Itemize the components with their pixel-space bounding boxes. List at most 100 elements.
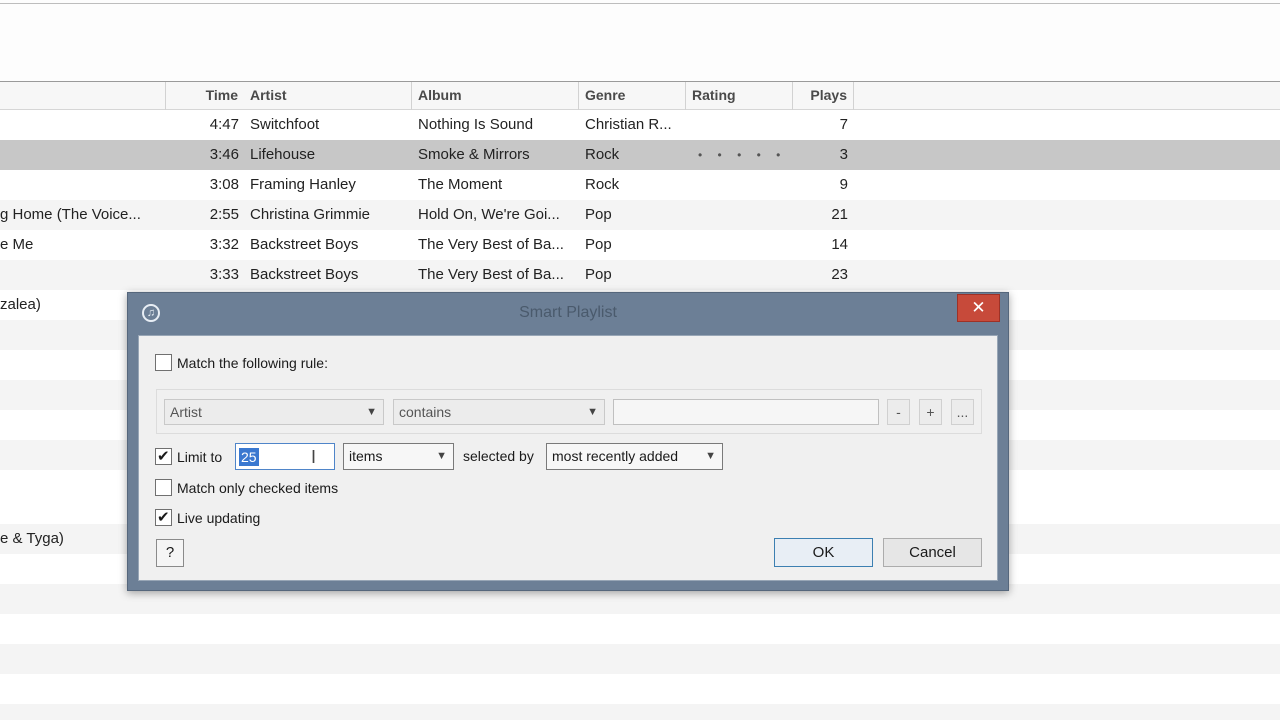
track-name bbox=[0, 614, 160, 644]
track-name bbox=[0, 170, 160, 200]
limit-count-value: 25 bbox=[239, 448, 259, 466]
column-header-name[interactable] bbox=[0, 82, 166, 110]
track-artist: Switchfoot bbox=[250, 116, 320, 133]
track-album: The Very Best of Ba... bbox=[418, 236, 564, 253]
cancel-button[interactable]: Cancel bbox=[883, 538, 982, 567]
nested-rule-button[interactable]: ... bbox=[951, 399, 974, 425]
table-row[interactable] bbox=[0, 674, 1280, 704]
track-rating[interactable] bbox=[698, 170, 788, 200]
track-album: Nothing Is Sound bbox=[418, 116, 534, 133]
track-rating[interactable] bbox=[698, 110, 788, 140]
track-rating[interactable] bbox=[698, 230, 788, 260]
column-header-genre[interactable]: Genre bbox=[579, 82, 686, 110]
table-row[interactable]: 3:08 Framing Hanley The Moment Rock 9 bbox=[0, 170, 1280, 200]
limit-checkbox[interactable] bbox=[155, 447, 172, 465]
remove-rule-button[interactable]: - bbox=[887, 399, 910, 425]
table-row[interactable] bbox=[0, 644, 1280, 674]
track-artist: Christina Grimmie bbox=[250, 206, 371, 223]
match-checked-label: Match only checked items bbox=[177, 480, 339, 496]
selected-by-value: most recently added bbox=[552, 448, 679, 464]
rule-operator-value: contains bbox=[399, 404, 452, 420]
track-time: 4:47 bbox=[209, 116, 239, 133]
match-rule-label: Match the following rule: bbox=[177, 355, 328, 371]
column-header-plays[interactable]: Plays bbox=[793, 82, 854, 110]
track-album: The Very Best of Ba... bbox=[418, 266, 564, 283]
track-name bbox=[0, 260, 160, 290]
selected-by-label: selected by bbox=[463, 448, 534, 464]
selected-by-select[interactable]: most recently added ▼ bbox=[546, 443, 723, 470]
track-name: e Me bbox=[0, 236, 34, 253]
limit-label: Limit to bbox=[177, 449, 223, 465]
table-row[interactable]: 4:47 Switchfoot Nothing Is Sound Christi… bbox=[0, 110, 1280, 140]
track-time: 3:32 bbox=[209, 236, 239, 253]
limit-count-input[interactable]: 25 bbox=[235, 443, 335, 470]
ok-button[interactable]: OK bbox=[774, 538, 873, 567]
track-time: 3:46 bbox=[209, 146, 239, 163]
dialog-title: Smart Playlist bbox=[519, 304, 617, 321]
table-row[interactable]: e Me 3:32 Backstreet Boys The Very Best … bbox=[0, 230, 1280, 260]
track-time: 3:08 bbox=[209, 176, 239, 193]
track-name bbox=[0, 140, 160, 170]
track-genre: Pop bbox=[585, 266, 612, 283]
track-name bbox=[0, 674, 160, 704]
table-row[interactable] bbox=[0, 614, 1280, 644]
track-rating[interactable] bbox=[698, 260, 788, 290]
live-updating-checkbox[interactable] bbox=[155, 508, 172, 526]
live-updating-label: Live updating bbox=[177, 510, 261, 526]
column-header-album[interactable]: Album bbox=[412, 82, 579, 110]
track-name: g Home (The Voice... bbox=[0, 206, 141, 223]
track-plays: 23 bbox=[831, 266, 848, 283]
text-cursor-icon: I bbox=[311, 447, 317, 467]
chevron-down-icon: ▼ bbox=[366, 406, 377, 418]
track-list-header: Time Artist Album Genre Rating Plays bbox=[0, 82, 1280, 110]
toolbar-divider bbox=[0, 3, 1280, 4]
chevron-down-icon: ▼ bbox=[587, 406, 598, 418]
column-header-rating[interactable]: Rating bbox=[686, 82, 793, 110]
track-album: Hold On, We're Goi... bbox=[418, 206, 560, 223]
table-row[interactable]: 3:33 Backstreet Boys The Very Best of Ba… bbox=[0, 260, 1280, 290]
rule-row: Artist ▼ contains ▼ - + ... bbox=[156, 389, 982, 434]
track-plays: 7 bbox=[839, 116, 848, 133]
track-name bbox=[0, 110, 160, 140]
track-name bbox=[0, 704, 160, 720]
table-row[interactable] bbox=[0, 704, 1280, 720]
track-genre: Pop bbox=[585, 236, 612, 253]
track-artist: Framing Hanley bbox=[250, 176, 356, 193]
track-album: Smoke & Mirrors bbox=[418, 146, 530, 163]
toolbar-area bbox=[0, 0, 1280, 82]
track-rating[interactable] bbox=[698, 200, 788, 230]
track-plays: 3 bbox=[839, 146, 848, 163]
track-plays: 14 bbox=[831, 236, 848, 253]
track-genre: Christian R... bbox=[585, 116, 672, 133]
rule-field-select[interactable]: Artist ▼ bbox=[164, 399, 384, 425]
track-artist: Backstreet Boys bbox=[250, 266, 359, 283]
limit-unit-select[interactable]: items ▼ bbox=[343, 443, 454, 470]
rule-operator-select[interactable]: contains ▼ bbox=[393, 399, 605, 425]
rule-value-input[interactable] bbox=[613, 399, 879, 425]
match-checked-checkbox[interactable] bbox=[155, 479, 172, 496]
match-rule-checkbox[interactable] bbox=[155, 354, 172, 371]
help-button[interactable]: ? bbox=[156, 539, 184, 567]
track-plays: 21 bbox=[831, 206, 848, 223]
track-artist: Lifehouse bbox=[250, 146, 316, 163]
track-genre: Pop bbox=[585, 206, 612, 223]
track-plays: 9 bbox=[839, 176, 848, 193]
close-button[interactable]: ✕ bbox=[957, 294, 1000, 322]
track-genre: Rock bbox=[585, 176, 620, 193]
track-artist: Backstreet Boys bbox=[250, 236, 359, 253]
rule-field-value: Artist bbox=[170, 404, 202, 420]
table-row[interactable]: 3:46 Lifehouse Smoke & Mirrors Rock • • … bbox=[0, 140, 1280, 170]
track-time: 2:55 bbox=[209, 206, 239, 223]
add-rule-button[interactable]: + bbox=[919, 399, 942, 425]
limit-unit-value: items bbox=[349, 448, 383, 464]
track-rating[interactable]: • • • • • • bbox=[698, 140, 788, 170]
chevron-down-icon: ▼ bbox=[705, 450, 716, 462]
chevron-down-icon: ▼ bbox=[436, 450, 447, 462]
smart-playlist-dialog: ♫ Smart Playlist ✕ Match the following r… bbox=[127, 292, 1009, 591]
column-header-artist[interactable]: Artist bbox=[244, 82, 412, 110]
track-time: 3:33 bbox=[209, 266, 239, 283]
table-row[interactable]: g Home (The Voice... 2:55 Christina Grim… bbox=[0, 200, 1280, 230]
track-album: The Moment bbox=[418, 176, 503, 193]
column-header-time[interactable]: Time bbox=[166, 82, 244, 110]
dialog-content: Match the following rule: Artist ▼ conta… bbox=[138, 335, 998, 581]
